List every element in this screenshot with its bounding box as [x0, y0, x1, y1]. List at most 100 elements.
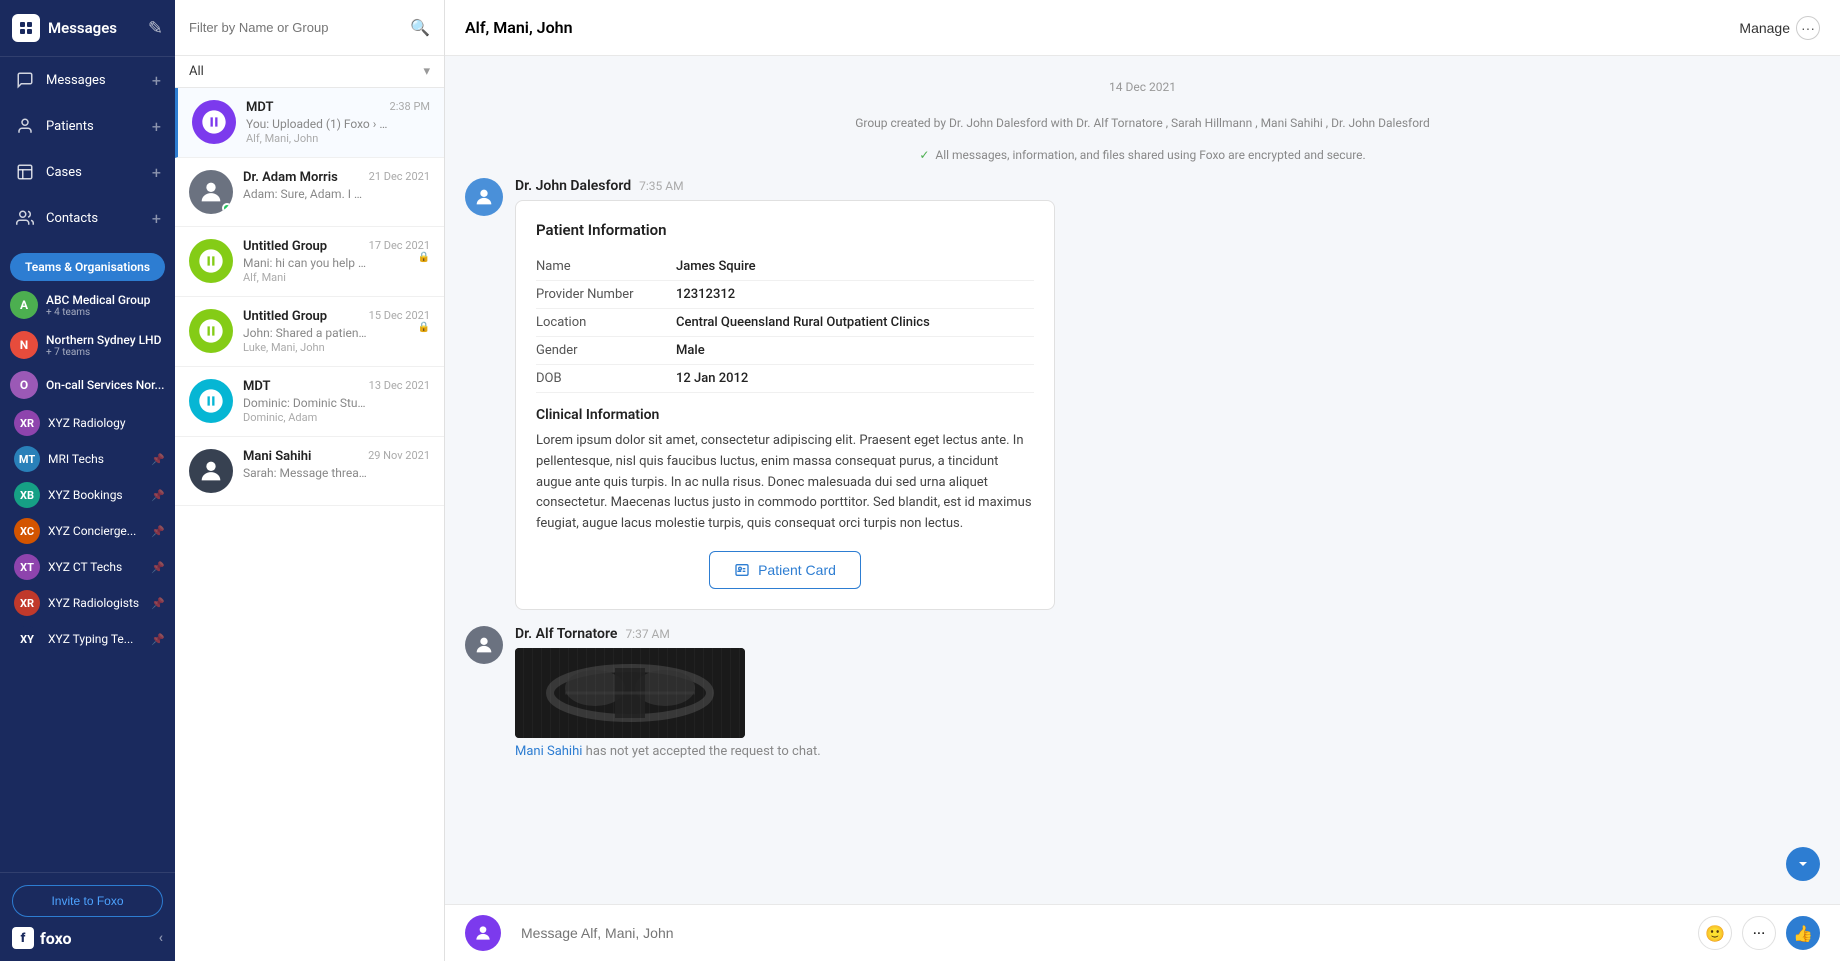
team-icon-xyz-bookings: XB	[14, 482, 40, 508]
filter-label: All	[189, 64, 423, 79]
search-input[interactable]	[189, 20, 410, 35]
conv-time-mdt1: 2:38 PM	[390, 100, 430, 113]
avatar-mdt2	[189, 379, 233, 423]
conv-time-adam: 21 Dec 2021	[369, 170, 430, 183]
patient-card-btn-label: Patient Card	[758, 562, 836, 578]
message-row-1: Dr. John Dalesford 7:35 AM Patient Infor…	[465, 178, 1820, 610]
patients-icon	[14, 115, 36, 137]
add-contact-icon[interactable]: +	[152, 209, 161, 228]
team-item-xyz-radiology[interactable]: XR XYZ Radiology	[0, 405, 175, 441]
sidebar-item-patients[interactable]: Patients +	[0, 103, 175, 149]
team-label-xyz-typing: XYZ Typing Te...	[48, 632, 151, 646]
team-icon-xyz-radiologists: XR	[14, 590, 40, 616]
manage-dots-icon[interactable]: ···	[1796, 16, 1820, 40]
chevron-down-icon: ▾	[423, 64, 430, 79]
conv-members-ug1: Alf, Mani	[243, 271, 369, 284]
scroll-down-button[interactable]	[1786, 847, 1820, 881]
conversation-item-ug2[interactable]: Untitled Group John: Shared a patient to…	[175, 297, 444, 367]
thumbs-up-button[interactable]: 👍	[1786, 916, 1820, 950]
pin-icon-mri: 📌	[151, 453, 165, 466]
team-label-xyz-ct: XYZ CT Techs	[48, 560, 151, 574]
org-item-nsw[interactable]: N Northern Sydney LHD + 7 teams	[0, 325, 175, 365]
message-input[interactable]	[521, 925, 1688, 941]
avatar-ug2	[189, 309, 233, 353]
msg-header-2: Dr. Alf Tornatore 7:37 AM	[515, 626, 1820, 642]
gender-row: Gender Male	[536, 337, 1034, 365]
pin-icon-radiologists: 📌	[151, 597, 165, 610]
conv-members-mdt1: Alf, Mani, John	[246, 132, 390, 145]
cases-icon	[14, 161, 36, 183]
sidebar: Messages ✎ Messages + Patients + Cases +…	[0, 0, 175, 961]
add-message-icon[interactable]: +	[152, 71, 161, 90]
chat-header: Alf, Mani, John Manage ···	[445, 0, 1840, 56]
manage-button[interactable]: Manage ···	[1739, 16, 1820, 40]
message-row-2: Dr. Alf Tornatore 7:37 AM Mani Sahihi	[465, 626, 1820, 759]
org-sub-abc: + 4 teams	[46, 307, 150, 318]
emoji-button[interactable]: 🙂	[1698, 916, 1732, 950]
chevron-down-icon	[1795, 856, 1811, 872]
avatar-mani	[189, 449, 233, 493]
conv-time-mani: 29 Nov 2021	[368, 449, 430, 462]
team-item-xyz-radiologists[interactable]: XR XYZ Radiologists 📌	[0, 585, 175, 621]
conversation-item-mdt1[interactable]: MDT You: Uploaded (1) Foxo › Case MS... …	[175, 88, 444, 158]
contacts-icon	[14, 207, 36, 229]
system-text: Group created by Dr. John Dalesford with…	[855, 116, 1430, 130]
team-label-mri-techs: MRI Techs	[48, 452, 151, 466]
conv-time-ug1: 17 Dec 2021	[369, 239, 430, 252]
pending-text: has not yet accepted the request to chat…	[586, 744, 821, 759]
conversation-item-mdt2[interactable]: MDT Dominic: Dominic Stuart change... Do…	[175, 367, 444, 437]
name-label: Name	[536, 259, 676, 274]
team-item-xyz-typing[interactable]: XY XYZ Typing Te... 📌	[0, 621, 175, 657]
org-item-abc[interactable]: A ABC Medical Group + 4 teams	[0, 285, 175, 325]
collapse-sidebar-button[interactable]: ‹	[159, 930, 163, 946]
invite-button[interactable]: Invite to Foxo	[12, 885, 163, 917]
team-item-xyz-concierge[interactable]: XC XYZ Concierge... 📌	[0, 513, 175, 549]
msg-avatar-1	[465, 178, 503, 216]
pin-icon-bookings: 📌	[151, 489, 165, 502]
conv-preview-adam: Adam: Sure, Adam. I will have a l...	[243, 187, 369, 201]
conv-time-mdt2: 13 Dec 2021	[369, 379, 430, 392]
message-list-panel: 🔍 All ▾ MDT You: Uploaded (1) Foxo › Cas…	[175, 0, 445, 961]
org-name-nsw: Northern Sydney LHD	[46, 333, 161, 347]
pin-icon-typing: 📌	[151, 633, 165, 646]
sidebar-item-messages[interactable]: Messages +	[0, 57, 175, 103]
encrypted-text: All messages, information, and files sha…	[935, 148, 1365, 162]
sidebar-item-cases[interactable]: Cases +	[0, 149, 175, 195]
conv-members-ug2: Luke, Mani, John	[243, 341, 369, 354]
app-title: Messages	[48, 19, 148, 37]
team-item-xyz-ct-techs[interactable]: XT XYZ CT Techs 📌	[0, 549, 175, 585]
lock-icon-ug1: 🔒	[418, 252, 430, 263]
add-patient-icon[interactable]: +	[152, 117, 161, 136]
sidebar-label-patients: Patients	[46, 119, 152, 134]
conv-name-ug2: Untitled Group	[243, 309, 369, 324]
patient-name-row: Name James Squire	[536, 253, 1034, 281]
conv-preview-mani: Sarah: Message thread created b...	[243, 466, 368, 480]
new-message-button[interactable]: ✎	[148, 18, 163, 39]
conv-preview-mdt2: Dominic: Dominic Stuart change...	[243, 396, 369, 410]
patient-card-title: Patient Information	[536, 221, 1034, 239]
sidebar-footer: Invite to Foxo f foxo ‹	[0, 872, 175, 961]
conversation-item-adam[interactable]: Dr. Adam Morris Adam: Sure, Adam. I will…	[175, 158, 444, 227]
system-message: Group created by Dr. John Dalesford with…	[465, 114, 1820, 132]
patient-card-button[interactable]: Patient Card	[709, 551, 861, 589]
pending-user-link[interactable]: Mani Sahihi	[515, 744, 582, 759]
conversation-item-ug1[interactable]: Untitled Group Mani: hi can you help wit…	[175, 227, 444, 297]
org-item-oncall[interactable]: O On-call Services Nor...	[0, 365, 175, 405]
avatar-ug1	[189, 239, 233, 283]
team-icon-mri-techs: MT	[14, 446, 40, 472]
add-case-icon[interactable]: +	[152, 163, 161, 182]
team-icon-xyz-radiology: XR	[14, 410, 40, 436]
teams-organisations-button[interactable]: Teams & Organisations	[10, 253, 165, 281]
org-icon-abc: A	[10, 291, 38, 319]
org-name-abc: ABC Medical Group	[46, 293, 150, 307]
team-item-xyz-bookings[interactable]: XB XYZ Bookings 📌	[0, 477, 175, 513]
filter-bar[interactable]: All ▾	[175, 56, 444, 88]
team-item-mri-techs[interactable]: MT MRI Techs 📌	[0, 441, 175, 477]
sidebar-item-contacts[interactable]: Contacts +	[0, 195, 175, 241]
more-options-button[interactable]: ···	[1742, 916, 1776, 950]
msg-sender-1: Dr. John Dalesford	[515, 178, 631, 194]
pin-icon-concierge: 📌	[151, 525, 165, 538]
location-value: Central Queensland Rural Outpatient Clin…	[676, 315, 930, 330]
dob-value: 12 Jan 2012	[676, 371, 748, 386]
conversation-item-mani[interactable]: Mani Sahihi Sarah: Message thread create…	[175, 437, 444, 506]
